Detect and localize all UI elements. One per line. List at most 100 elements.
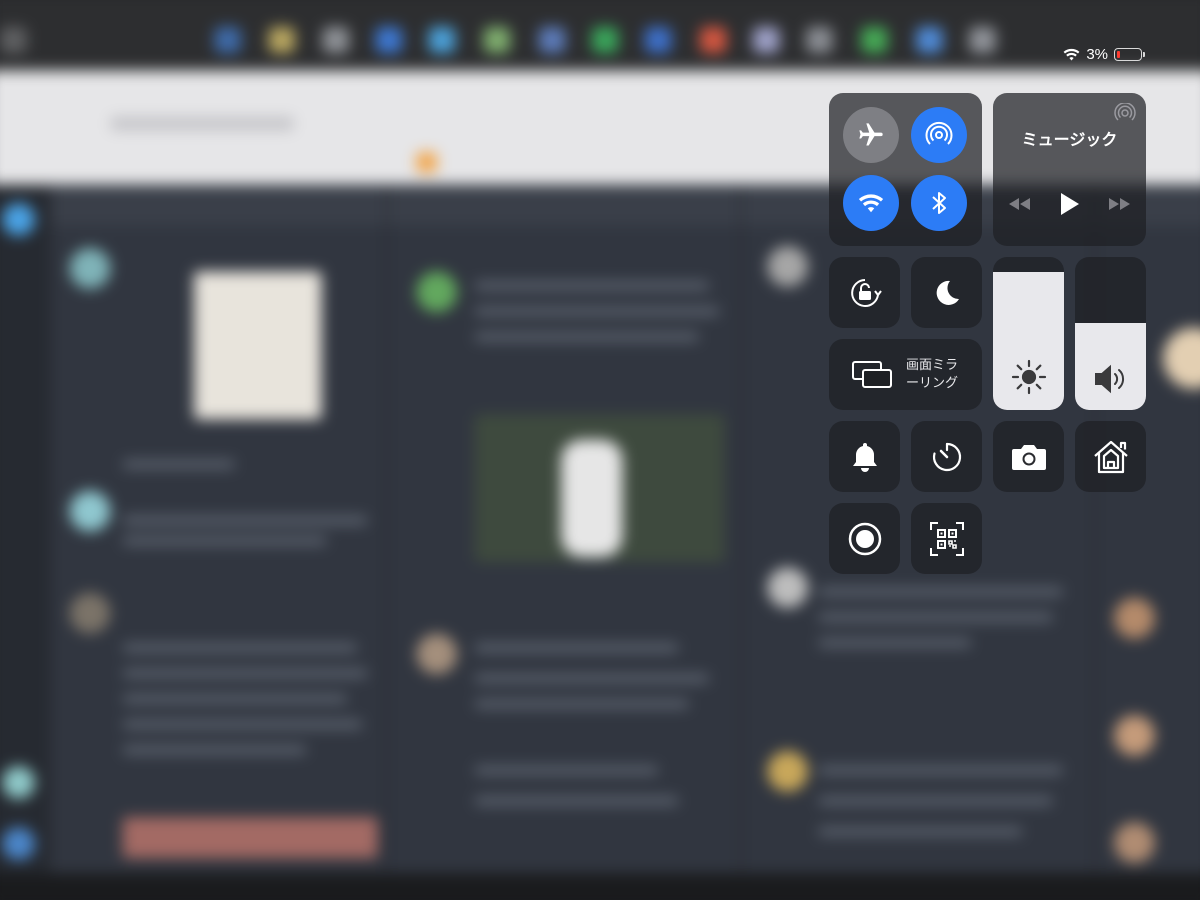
home-icon xyxy=(1091,438,1131,476)
background-app-icon xyxy=(268,26,296,54)
background-text-line xyxy=(818,827,1023,836)
background-column xyxy=(51,184,388,874)
background-text-line xyxy=(474,796,679,805)
background-sidebar-dot xyxy=(2,203,35,236)
airplay-icon[interactable] xyxy=(1114,103,1136,125)
airplane-mode-toggle[interactable] xyxy=(843,107,899,163)
background-sidebar-dot xyxy=(2,827,35,861)
background-tab-favicon xyxy=(416,152,437,173)
background-app-icon xyxy=(699,26,727,54)
background-avatar xyxy=(69,592,111,634)
background-bottom-bezel xyxy=(0,873,1200,900)
background-app-icon xyxy=(483,26,511,54)
battery-percent: 3% xyxy=(1086,46,1108,63)
background-text-line xyxy=(122,643,358,652)
orientation-lock-button[interactable] xyxy=(829,257,900,328)
background-avatar xyxy=(416,271,458,313)
timer-icon xyxy=(929,439,965,475)
background-text-line xyxy=(818,638,972,647)
background-app-icon xyxy=(916,26,943,54)
moon-icon xyxy=(932,278,962,308)
background-text-line xyxy=(122,460,235,469)
battery-icon xyxy=(1114,48,1145,61)
background-text-line xyxy=(122,694,348,703)
background-column-header xyxy=(51,184,386,226)
bell-icon xyxy=(851,441,879,473)
background-text-line xyxy=(818,796,1053,805)
background-avatar xyxy=(69,490,111,532)
screen-mirroring-icon xyxy=(851,359,893,391)
background-text-line xyxy=(474,674,710,683)
background-app-icon xyxy=(322,26,350,54)
status-bar: 3% xyxy=(1063,46,1145,63)
background-avatar xyxy=(1114,822,1155,864)
qr-code-icon xyxy=(929,521,965,557)
background-column xyxy=(387,184,742,874)
wifi-icon xyxy=(1063,48,1080,61)
background-text-line xyxy=(474,643,679,652)
airplane-icon xyxy=(857,121,885,149)
background-app-icon xyxy=(753,26,780,54)
background-text-line xyxy=(474,699,689,709)
background-text-line xyxy=(818,613,1053,622)
brightness-slider[interactable] xyxy=(993,257,1064,410)
play-icon[interactable] xyxy=(1059,191,1081,217)
background-column-header xyxy=(387,184,740,226)
background-sidebar xyxy=(0,184,50,874)
background-avatar xyxy=(1163,327,1200,389)
background-text-line xyxy=(818,587,1064,596)
volume-slider[interactable] xyxy=(1075,257,1146,410)
background-text-line xyxy=(122,536,327,545)
background-text-line xyxy=(122,745,307,754)
music-module[interactable]: ミュージック xyxy=(993,93,1146,246)
airdrop-icon xyxy=(924,120,954,150)
camera-icon xyxy=(1010,442,1048,472)
screen-mirroring-label: 画面ミラーリング xyxy=(906,358,959,391)
background-app-icon xyxy=(861,26,888,54)
background-image xyxy=(194,271,322,420)
background-image-figure xyxy=(561,439,623,558)
background-app-icon xyxy=(375,26,403,54)
camera-button[interactable] xyxy=(993,421,1064,492)
qr-scanner-button[interactable] xyxy=(911,503,982,574)
screen-recording-button[interactable] xyxy=(829,503,900,574)
background-app-icon xyxy=(428,26,456,54)
background-text-line xyxy=(122,720,363,729)
screen-mirroring-button[interactable]: 画面ミラーリング xyxy=(829,339,982,410)
airdrop-toggle[interactable] xyxy=(911,107,967,163)
background-avatar xyxy=(767,750,809,792)
background-text-line xyxy=(818,766,1064,775)
wifi-icon xyxy=(858,193,884,213)
connectivity-module xyxy=(829,93,982,246)
music-title: ミュージック xyxy=(1021,130,1118,149)
background-avatar xyxy=(1114,715,1155,756)
fast-forward-icon[interactable] xyxy=(1108,196,1132,212)
background-avatar xyxy=(767,246,809,287)
background-text-line xyxy=(474,307,720,316)
background-app-icon xyxy=(644,26,672,54)
bluetooth-toggle[interactable] xyxy=(911,175,967,231)
wifi-toggle[interactable] xyxy=(843,175,899,231)
background-app-icon xyxy=(806,26,833,54)
background-avatar xyxy=(767,567,809,609)
sun-icon xyxy=(993,358,1064,396)
background-sidebar-dot xyxy=(2,766,35,799)
background-app-icon xyxy=(591,26,619,54)
background-avatar xyxy=(69,248,111,289)
home-button[interactable] xyxy=(1075,421,1146,492)
background-text-line xyxy=(122,669,368,678)
background-app-icon xyxy=(0,26,27,54)
rewind-icon[interactable] xyxy=(1007,196,1031,212)
speaker-icon xyxy=(1075,362,1146,396)
background-image xyxy=(122,817,378,858)
background-address-bar xyxy=(110,116,294,131)
background-app-icon xyxy=(538,26,566,54)
silent-mode-button[interactable] xyxy=(829,421,900,492)
do-not-disturb-button[interactable] xyxy=(911,257,982,328)
timer-button[interactable] xyxy=(911,421,982,492)
background-text-line xyxy=(474,766,659,775)
background-avatar xyxy=(416,633,458,675)
bluetooth-icon xyxy=(930,190,948,216)
rotation-lock-icon xyxy=(845,273,885,313)
background-app-icon xyxy=(969,26,996,54)
